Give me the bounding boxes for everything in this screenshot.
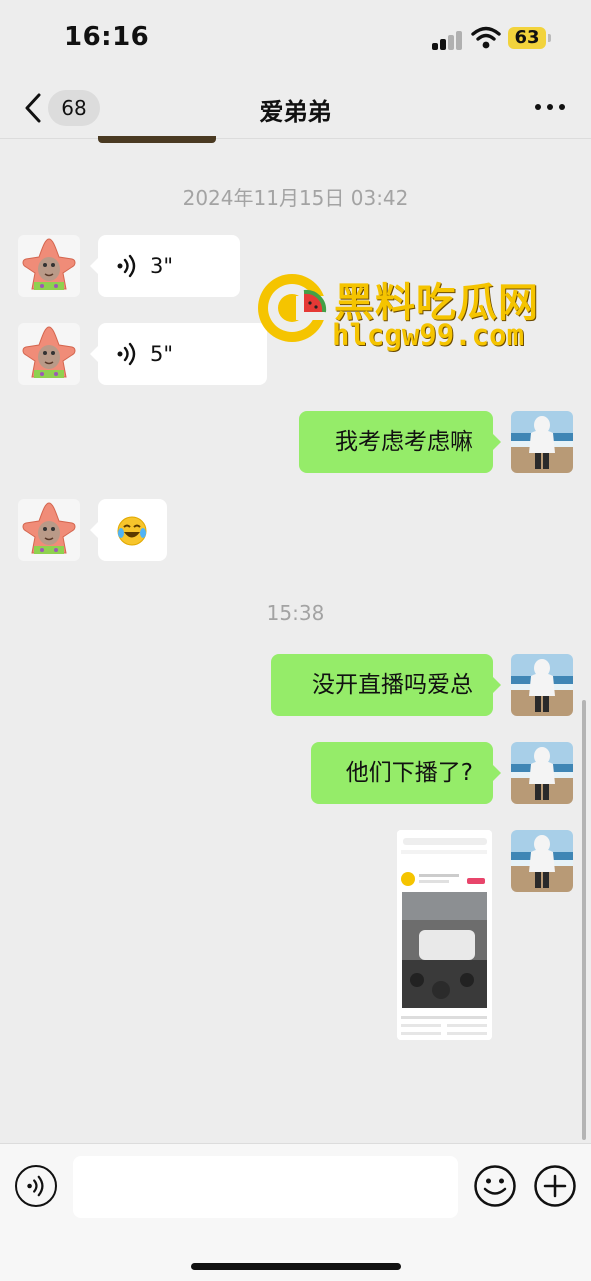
voice-input-button[interactable] (15, 1165, 57, 1207)
home-indicator (191, 1263, 401, 1270)
input-bar (0, 1143, 591, 1281)
contact-avatar[interactable] (18, 323, 80, 385)
watermark-url: hlcgw99.com (332, 318, 525, 352)
chat-title: 爱弟弟 (259, 98, 332, 126)
message-input[interactable] (73, 1156, 458, 1218)
voice-wave-icon (27, 1175, 44, 1197)
more-dot (559, 104, 565, 110)
status-time: 16:16 (64, 22, 150, 52)
voice-wave-icon (117, 342, 136, 366)
chat-header: 68 爱弟弟 (0, 78, 591, 139)
my-avatar[interactable] (511, 411, 573, 473)
voice-duration: 3" (150, 254, 174, 278)
my-avatar[interactable] (511, 742, 573, 804)
status-bar: 16:16 63 (0, 0, 591, 78)
smiley-icon[interactable] (473, 1164, 517, 1208)
more-dot (547, 104, 553, 110)
voice-duration: 5" (150, 342, 174, 366)
message-text: 我考虑考虑嘛 (335, 429, 473, 455)
more-dots-icon (535, 104, 541, 110)
emoji-message-bubble[interactable] (90, 499, 167, 561)
outgoing-message-bubble[interactable]: 没开直播吗爱总 (271, 654, 501, 716)
contact-avatar[interactable] (18, 235, 80, 297)
contact-avatar[interactable] (18, 499, 80, 561)
battery-level: 63 (508, 27, 546, 49)
cellular-signal-icon (432, 30, 464, 50)
scrollbar[interactable] (582, 700, 586, 1140)
voice-wave-icon (117, 254, 136, 278)
laughing-tears-emoji-icon (117, 516, 147, 546)
outgoing-message-bubble[interactable]: 他们下播了? (311, 742, 501, 804)
screenshot-thumbnail (397, 830, 492, 1040)
plus-icon[interactable] (533, 1164, 577, 1208)
outgoing-message-bubble[interactable]: 我考虑考虑嘛 (299, 411, 501, 473)
previous-image-edge (98, 136, 216, 143)
message-timestamp: 2024年11月15日 03:42 (182, 186, 409, 210)
message-text: 他们下播了? (345, 760, 473, 786)
my-avatar[interactable] (511, 654, 573, 716)
message-text: 没开直播吗爱总 (312, 672, 473, 698)
voice-message-bubble[interactable]: 5" (90, 323, 267, 385)
more-options-button[interactable] (532, 92, 568, 122)
image-message-screenshot[interactable] (397, 830, 492, 1040)
my-avatar[interactable] (511, 830, 573, 892)
message-timestamp: 15:38 (266, 601, 325, 625)
voice-message-bubble[interactable]: 3" (90, 235, 240, 297)
watermark-logo (258, 274, 330, 342)
battery-tip (548, 34, 551, 42)
wifi-icon (471, 26, 501, 49)
